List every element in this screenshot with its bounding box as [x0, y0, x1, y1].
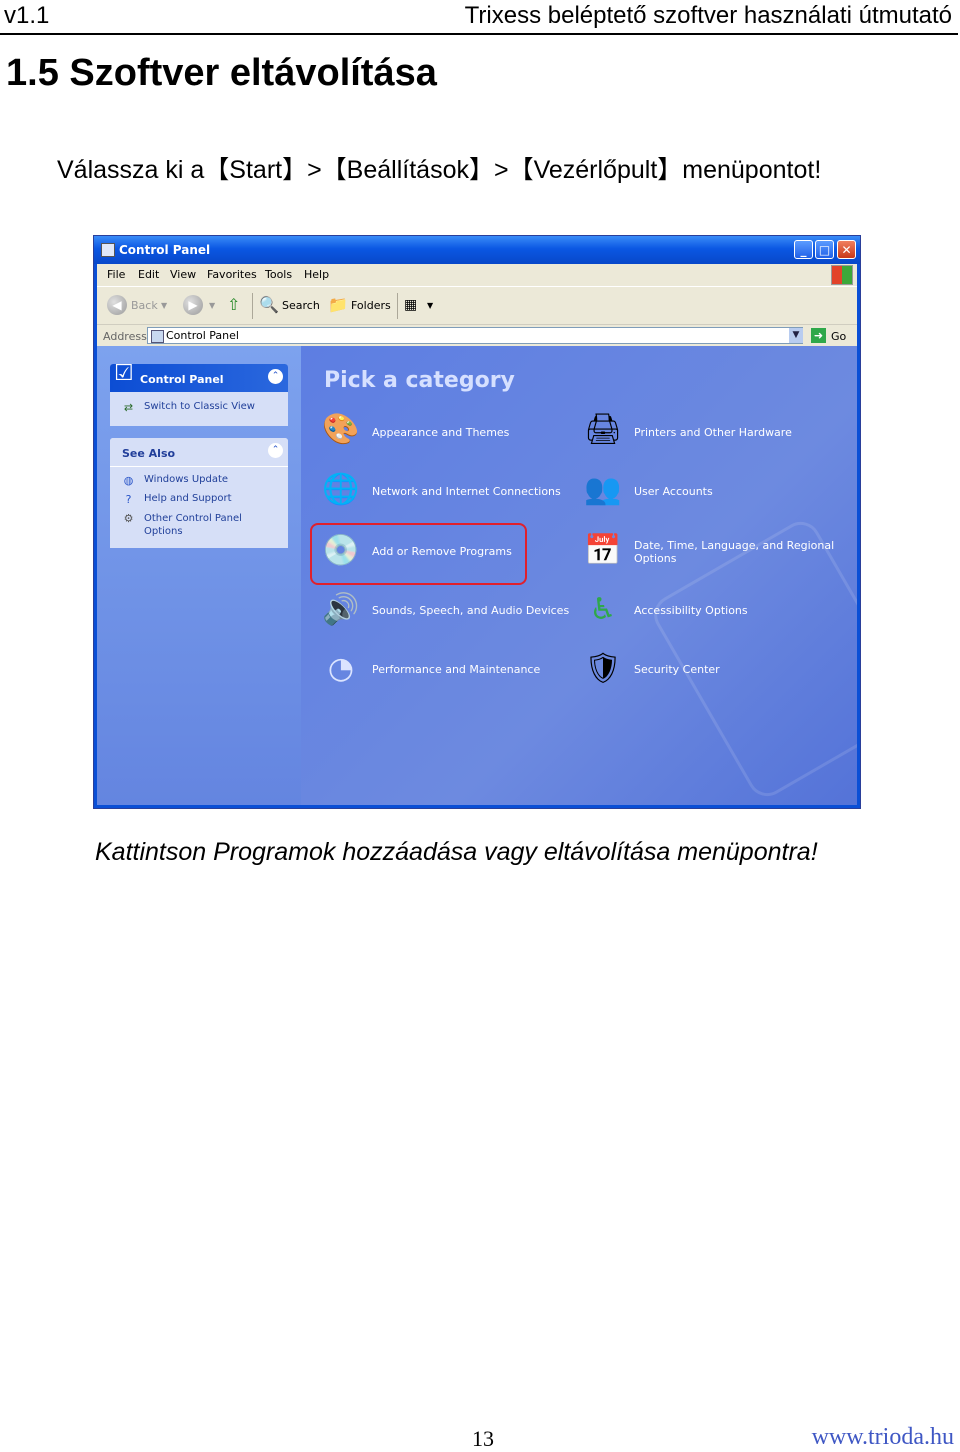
calendar-icon[interactable]: 📅 [582, 530, 624, 572]
see-also-header[interactable]: See Also ⌃ [110, 438, 288, 467]
menu-edit[interactable]: Edit [138, 268, 159, 281]
category-performance[interactable]: Performance and Maintenance [372, 663, 540, 676]
back-button[interactable]: Back [131, 299, 158, 312]
see-also-panel: See Also ⌃ ◍ Windows Update ? Help and S… [110, 438, 288, 548]
go-button[interactable]: Go [831, 330, 846, 343]
printer-icon[interactable]: 🖨 [582, 409, 624, 451]
views-dropdown-icon[interactable]: ▼ [427, 301, 433, 310]
checklist-icon: ☑ [114, 364, 134, 386]
folders-button[interactable]: Folders [351, 299, 391, 312]
header-rule [0, 33, 958, 35]
other-options-link[interactable]: Other Control Panel Options [144, 512, 254, 538]
pie-chart-icon[interactable]: ◔ [320, 648, 362, 690]
gear-icon: ⚙ [123, 512, 134, 525]
menu-help[interactable]: Help [304, 268, 329, 281]
back-dropdown-icon[interactable]: ▼ [161, 301, 167, 310]
collapse-icon[interactable]: ⌃ [268, 443, 283, 458]
category-printers[interactable]: Printers and Other Hardware [634, 426, 792, 439]
switch-view-icon: ⇄ [123, 401, 134, 414]
menu-tools[interactable]: Tools [265, 268, 292, 281]
main-content: Pick a category 🎨 Appearance and Themes … [301, 346, 857, 805]
see-also-title: See Also [122, 447, 176, 460]
accessibility-icon[interactable]: ♿ [582, 589, 624, 631]
forward-arrow-icon[interactable]: ▶ [183, 295, 203, 315]
menu-favorites[interactable]: Favorites [207, 268, 257, 281]
task-pane: ☑ Control Panel ⌃ ⇄ Switch to Classic Vi… [97, 346, 301, 805]
window-titlebar[interactable]: Control Panel _ □ ✕ [94, 236, 860, 264]
speaker-icon[interactable]: 🔊 [320, 589, 362, 631]
address-bar: Address Control Panel ▼ ➜ Go [97, 324, 857, 347]
category-network[interactable]: Network and Internet Connections [372, 485, 561, 498]
close-button[interactable]: ✕ [837, 240, 856, 259]
add-remove-icon[interactable]: 💿 [320, 530, 362, 572]
panel-title: Control Panel [140, 373, 224, 386]
appearance-icon[interactable]: 🎨 [320, 409, 362, 451]
menu-bar: File Edit View Favorites Tools Help [97, 264, 857, 286]
network-icon[interactable]: 🌐 [320, 469, 362, 511]
category-security-center[interactable]: Security Center [634, 663, 720, 676]
users-icon[interactable]: 👥 [582, 469, 624, 511]
help-icon: ? [125, 493, 132, 506]
up-folder-icon[interactable]: ⇧ [227, 295, 240, 314]
toolbar-separator [397, 293, 398, 319]
toolbar-separator [252, 293, 253, 319]
category-date-time[interactable]: Date, Time, Language, and Regional Optio… [634, 539, 844, 565]
control-panel-window: Control Panel _ □ ✕ File Edit View Favor… [93, 235, 861, 809]
minimize-button[interactable]: _ [794, 240, 813, 259]
help-support-link[interactable]: Help and Support [144, 493, 232, 504]
document-version: v1.1 [4, 2, 50, 29]
switch-classic-view-link[interactable]: Switch to Classic View [144, 401, 255, 412]
document-title: Trixess beléptető szoftver használati út… [464, 2, 952, 29]
category-sounds[interactable]: Sounds, Speech, and Audio Devices [372, 604, 569, 617]
folders-icon[interactable]: 📁 [328, 295, 348, 314]
windows-update-link[interactable]: Windows Update [144, 474, 228, 485]
search-icon[interactable]: 🔍 [259, 295, 279, 314]
forward-dropdown-icon[interactable]: ▼ [209, 301, 215, 310]
caption-text: Kattintson Programok hozzáadása vagy elt… [95, 838, 818, 866]
address-value: Control Panel [166, 329, 239, 342]
category-accessibility[interactable]: Accessibility Options [634, 604, 748, 617]
toolbar: ◀ Back ▼ ▶ ▼ ⇧ 🔍 Search 📁 Folders ▦ ▼ [97, 286, 857, 325]
views-icon[interactable]: ▦ [404, 297, 417, 313]
menu-view[interactable]: View [170, 268, 196, 281]
category-user-accounts[interactable]: User Accounts [634, 485, 713, 498]
search-button[interactable]: Search [282, 299, 320, 312]
back-arrow-icon[interactable]: ◀ [107, 295, 127, 315]
windows-update-icon: ◍ [123, 474, 134, 487]
instruction-text: Válassza ki a【Start】>【Beállítások】>【Vezé… [57, 156, 822, 184]
address-input[interactable]: Control Panel [147, 327, 803, 344]
pick-category-heading: Pick a category [324, 368, 515, 393]
website-link[interactable]: www.trioda.hu [812, 1424, 954, 1451]
section-heading: 1.5 Szoftver eltávolítása [6, 52, 437, 94]
control-panel-panel: ☑ Control Panel ⌃ ⇄ Switch to Classic Vi… [110, 364, 288, 426]
windows-logo-icon [831, 265, 853, 285]
collapse-icon[interactable]: ⌃ [268, 369, 283, 384]
control-panel-small-icon [151, 330, 164, 343]
address-dropdown-icon[interactable]: ▼ [789, 328, 803, 343]
window-title: Control Panel [119, 243, 211, 257]
shield-icon[interactable]: 🛡 [582, 648, 624, 690]
control-panel-icon [101, 243, 115, 257]
category-add-remove-programs[interactable]: Add or Remove Programs [372, 545, 512, 558]
menu-file[interactable]: File [107, 268, 125, 281]
address-label: Address [103, 330, 147, 343]
page-number: 13 [472, 1426, 494, 1451]
category-appearance[interactable]: Appearance and Themes [372, 426, 509, 439]
control-panel-panel-header[interactable]: ☑ Control Panel ⌃ [110, 364, 288, 392]
maximize-button[interactable]: □ [815, 240, 834, 259]
go-arrow-icon[interactable]: ➜ [811, 328, 826, 343]
